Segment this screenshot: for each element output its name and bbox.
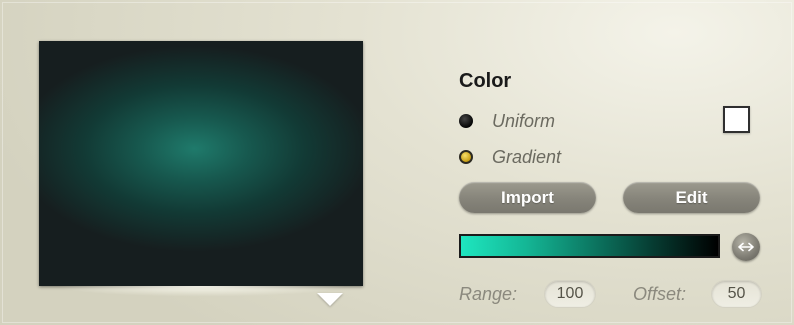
radio-selected-icon[interactable]: [459, 150, 473, 164]
gradient-radio[interactable]: Gradient: [459, 146, 561, 168]
range-field[interactable]: 100: [544, 280, 596, 308]
gradient-preview: [39, 41, 363, 286]
uniform-radio[interactable]: Uniform: [459, 110, 555, 132]
gradient-bar[interactable]: [459, 234, 720, 258]
edit-button[interactable]: Edit: [623, 182, 760, 213]
swap-horizontal-icon: [738, 242, 754, 252]
offset-label: Offset:: [633, 284, 687, 304]
triangle-down-icon[interactable]: [317, 293, 343, 306]
gradient-label[interactable]: Gradient: [492, 147, 561, 168]
uniform-color-swatch[interactable]: [723, 106, 750, 133]
uniform-label[interactable]: Uniform: [492, 111, 555, 132]
radio-unselected-icon[interactable]: [459, 114, 473, 128]
preview-canvas: [39, 41, 363, 286]
offset-field[interactable]: 50: [711, 280, 762, 308]
color-heading: Color: [459, 70, 512, 92]
import-button[interactable]: Import: [459, 182, 596, 213]
swap-gradient-button[interactable]: [732, 233, 760, 261]
range-label: Range:: [459, 284, 518, 304]
